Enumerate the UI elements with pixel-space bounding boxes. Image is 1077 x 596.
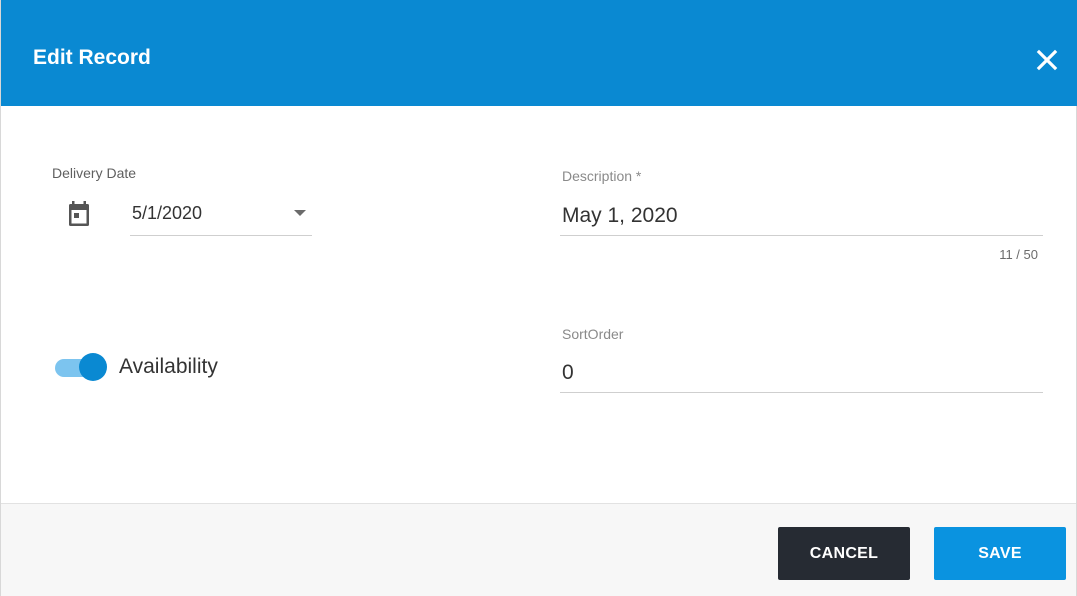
description-input[interactable]	[560, 196, 1043, 236]
sort-order-input[interactable]	[560, 353, 1043, 393]
edit-record-dialog: Edit Record Delivery Date 5/1/2020 Descr…	[0, 0, 1077, 596]
dialog-footer: CANCEL SAVE	[1, 503, 1076, 596]
close-icon	[1036, 49, 1058, 71]
description-label: Description *	[562, 168, 642, 184]
toggle-knob	[79, 353, 107, 381]
chevron-down-icon	[294, 210, 306, 216]
close-button[interactable]	[1031, 44, 1063, 76]
dialog-header: Edit Record	[1, 0, 1077, 106]
delivery-date-label: Delivery Date	[52, 165, 137, 181]
calendar-icon	[69, 201, 89, 226]
cancel-button[interactable]: CANCEL	[778, 527, 910, 580]
save-button[interactable]: SAVE	[934, 527, 1066, 580]
availability-label: Availability	[119, 355, 218, 378]
delivery-date-value: 5/1/2020	[132, 203, 203, 223]
description-char-counter: 11 / 50	[999, 247, 1038, 262]
dialog-title: Edit Record	[33, 46, 151, 69]
sort-order-label: SortOrder	[562, 326, 624, 342]
availability-toggle[interactable]	[55, 352, 107, 382]
delivery-date-select[interactable]: 5/1/2020	[130, 196, 312, 236]
